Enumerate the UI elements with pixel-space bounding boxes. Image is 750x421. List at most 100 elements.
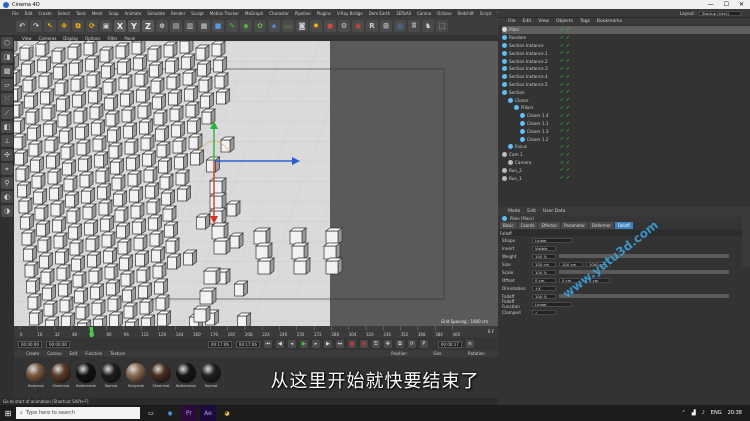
menu-item-plugins[interactable]: Plugins: [317, 11, 331, 16]
tab-falloff[interactable]: Falloff: [614, 222, 633, 229]
material-menu-texture[interactable]: Texture: [110, 351, 125, 356]
texture-mode-icon[interactable]: ▩: [1, 65, 13, 77]
object-row[interactable]: Run_1 ✓ ✓: [502, 174, 750, 182]
subdivision-icon[interactable]: ◆: [240, 20, 252, 32]
menu-item-snap[interactable]: Snap: [108, 11, 118, 16]
menu-item-pipeline[interactable]: Pipeline: [295, 11, 311, 16]
object-row[interactable]: Camera ✓ ✓: [502, 159, 750, 167]
attribute-value-field[interactable]: 100 cm: [532, 261, 556, 267]
visibility-check-icon[interactable]: ✓: [560, 97, 564, 103]
visibility-check-icon[interactable]: ✓: [560, 105, 564, 111]
menu-item-tools[interactable]: Tools: [76, 11, 86, 16]
value-slider[interactable]: [559, 294, 729, 298]
language-indicator[interactable]: ENG: [711, 410, 722, 416]
attribute-value-field[interactable]: ✓: [532, 309, 556, 315]
menu-item-character[interactable]: Character: [269, 11, 289, 16]
side-panel-tab[interactable]: [742, 207, 750, 267]
windows-start-icon[interactable]: ⊞: [0, 405, 16, 421]
menu-item-redshift[interactable]: Redshift: [458, 11, 474, 16]
attribute-value-field[interactable]: Linear: [532, 301, 572, 307]
coordinate-system-icon[interactable]: ⊕: [156, 20, 168, 32]
live-select-icon[interactable]: ↖: [44, 20, 56, 32]
recent-tools-icon[interactable]: ▣: [100, 20, 112, 32]
enable-check-icon[interactable]: ✓: [566, 43, 570, 49]
visibility-check-icon[interactable]: ✓: [560, 27, 564, 33]
script-icon[interactable]: ⚙: [338, 20, 350, 32]
object-menu-view[interactable]: View: [538, 19, 549, 24]
plugin-icon[interactable]: ⊞: [380, 20, 392, 32]
menu-item-animate[interactable]: Animate: [125, 11, 142, 16]
value-slider[interactable]: [559, 254, 729, 258]
visibility-check-icon[interactable]: ✓: [560, 167, 564, 173]
render-picture-viewer-icon[interactable]: ▥: [184, 20, 196, 32]
make-editable-icon[interactable]: ⬡: [1, 37, 13, 49]
attribute-value-field-2[interactable]: 100 cm: [559, 261, 583, 267]
enable-check-icon[interactable]: ✓: [566, 167, 570, 173]
viewport-menu-panel[interactable]: Panel: [124, 36, 135, 41]
attribute-value-field[interactable]: 0 cm: [532, 277, 556, 283]
lock-workplane-icon[interactable]: ⚲: [1, 177, 13, 189]
attribute-value-field[interactable]: 100 %: [532, 269, 556, 275]
enable-check-icon[interactable]: ✓: [566, 58, 570, 64]
cinema4d-taskbar-icon[interactable]: ◉: [162, 405, 178, 421]
object-row[interactable]: Section Instance.2 ✓ ✓: [502, 57, 750, 65]
y-axis-lock-icon[interactable]: Y: [128, 20, 140, 32]
premiere-taskbar-icon[interactable]: Pr: [181, 405, 197, 421]
enable-check-icon[interactable]: ✓: [566, 175, 570, 181]
menu-item-corona[interactable]: Corona: [417, 11, 431, 16]
menu-item-script[interactable]: Script: [480, 11, 492, 16]
tab-basic[interactable]: Basic: [500, 222, 517, 229]
object-row[interactable]: Cam 1 ✓ ✓: [502, 151, 750, 159]
object-row[interactable]: Focus ✓ ✓: [502, 143, 750, 151]
object-row[interactable]: Section Instance ✓ ✓: [502, 42, 750, 50]
render-settings-icon[interactable]: ▦: [198, 20, 210, 32]
end-time-field[interactable]: 00:17:06: [235, 340, 260, 348]
z-axis-lock-icon[interactable]: Z: [142, 20, 154, 32]
viewport-menu-display[interactable]: Display: [63, 36, 78, 41]
viewport-menu-options[interactable]: Options: [85, 36, 100, 41]
object-row[interactable]: Section Instance.4 ✓ ✓: [502, 73, 750, 81]
material-menu-create[interactable]: Create: [26, 351, 39, 356]
previous-frame-icon[interactable]: ◂: [287, 340, 296, 348]
rotate-icon[interactable]: ⟳: [86, 20, 98, 32]
maximize-button[interactable]: ☐: [724, 1, 729, 8]
next-frame-icon[interactable]: ▸: [311, 340, 320, 348]
attribute-value-field[interactable]: Linear: [532, 237, 572, 243]
previous-key-icon[interactable]: ◀: [275, 340, 284, 348]
character-icon[interactable]: ♞: [422, 20, 434, 32]
object-row[interactable]: Cloner ✓ ✓: [502, 96, 750, 104]
visibility-check-icon[interactable]: ✓: [560, 58, 564, 64]
preview-min-field[interactable]: 00:00:00: [45, 340, 70, 348]
visibility-check-icon[interactable]: ✓: [560, 74, 564, 80]
cube-icon[interactable]: ■: [212, 20, 224, 32]
object-menu-objects[interactable]: Objects: [556, 19, 573, 24]
after-effects-taskbar-icon[interactable]: Ae: [200, 405, 216, 421]
visibility-check-icon[interactable]: ✓: [560, 152, 564, 158]
edges-mode-icon[interactable]: ⟋: [1, 107, 13, 119]
object-row[interactable]: Pillars ✓ ✓: [502, 104, 750, 112]
rotation-key-icon[interactable]: ⟳: [407, 340, 416, 348]
enable-check-icon[interactable]: ✓: [566, 82, 570, 88]
material-menu-corona[interactable]: Corona: [47, 351, 61, 356]
visibility-check-icon[interactable]: ✓: [560, 175, 564, 181]
deformer-icon[interactable]: ◈: [268, 20, 280, 32]
light-icon[interactable]: ✹: [310, 20, 322, 32]
menu-item-render[interactable]: Render: [171, 11, 185, 16]
attribute-value-field[interactable]: 100 %: [532, 253, 556, 259]
material-menu-edit[interactable]: Edit: [70, 351, 78, 356]
visibility-check-icon[interactable]: ✓: [560, 136, 564, 142]
object-menu-bookmarks[interactable]: Bookmarks: [597, 19, 622, 24]
floor-icon[interactable]: ▭: [282, 20, 294, 32]
octane-icon[interactable]: ◉: [352, 20, 364, 32]
scale-icon[interactable]: ⧉: [72, 20, 84, 32]
solo-icon[interactable]: ◐: [1, 191, 13, 203]
perspective-viewport[interactable]: Perspective Grid Spacing : 1000 cm: [14, 41, 498, 326]
enable-check-icon[interactable]: ✓: [566, 74, 570, 80]
redshift-icon[interactable]: R: [366, 20, 378, 32]
enable-check-icon[interactable]: ✓: [566, 136, 570, 142]
camera-icon[interactable]: ◙: [296, 20, 308, 32]
layout-selector[interactable]: Layout: Startup (User): [498, 9, 750, 17]
position-key-icon[interactable]: ✥: [383, 340, 392, 348]
enable-check-icon[interactable]: ✓: [566, 35, 570, 41]
attribute-value-field[interactable]: Visible: [532, 245, 556, 251]
